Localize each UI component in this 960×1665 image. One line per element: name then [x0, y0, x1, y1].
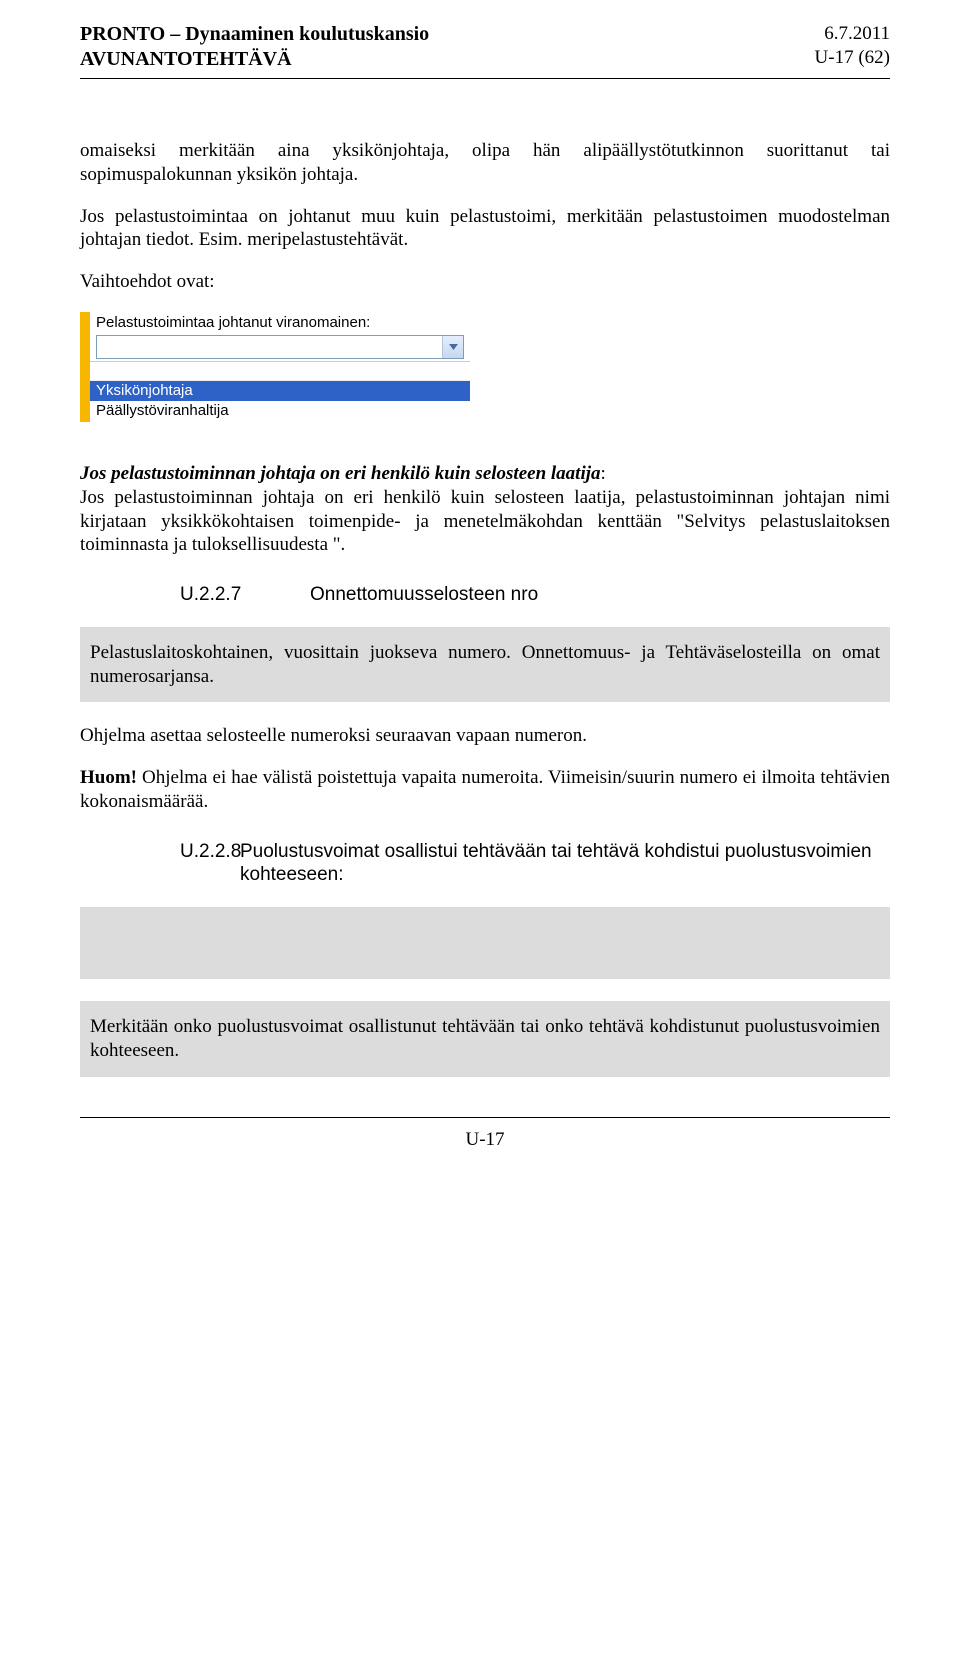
gray-box-1: Pelastuslaitoskohtainen, vuosittain juok…	[80, 627, 890, 703]
gray-box-3: Merkitään onko puolustusvoimat osallistu…	[80, 1001, 890, 1077]
dropdown-selected-value	[97, 336, 442, 358]
gray-box-2	[80, 907, 890, 979]
header-date: 6.7.2011	[815, 22, 890, 46]
dropdown-list: Yksikönjohtaja Päällystöviranhaltija	[90, 361, 470, 423]
colon: :	[601, 463, 606, 484]
header-page-of: U-17 (62)	[815, 46, 890, 70]
paragraph-1: omaiseksi merkitään aina yksikönjohtaja,…	[80, 139, 890, 187]
dropdown-screenshot: Pelastustoimintaa johtanut viranomainen:…	[80, 312, 890, 422]
document-page: PRONTO – Dynaaminen koulutuskansio AVUNA…	[0, 0, 960, 1181]
header-rule	[80, 78, 890, 79]
header-title-block: PRONTO – Dynaaminen koulutuskansio AVUNA…	[80, 22, 429, 72]
dropdown-arrow-button[interactable]	[442, 336, 463, 358]
footer-page-number: U-17	[80, 1128, 890, 1152]
header-title-1: PRONTO – Dynaaminen koulutuskansio	[80, 22, 429, 47]
paragraph-4: Jos pelastustoiminnan johtaja on eri hen…	[80, 462, 890, 557]
paragraph-3: Vaihtoehdot ovat:	[80, 270, 890, 294]
section-228-title: Puolustusvoimat osallistui tehtävään tai…	[240, 840, 890, 888]
paragraph-5: Ohjelma asettaa selosteelle numeroksi se…	[80, 724, 890, 748]
paragraph-4-strong: Jos pelastustoiminnan johtaja on eri hen…	[80, 463, 601, 484]
section-228-number: U.2.2.8	[110, 840, 240, 864]
paragraph-6: Huom! Ohjelma ei hae välistä poistettuja…	[80, 766, 890, 814]
header-title-2: AVUNANTOTEHTÄVÄ	[80, 47, 429, 72]
header-meta-block: 6.7.2011 U-17 (62)	[815, 22, 890, 70]
dropdown-select[interactable]	[96, 335, 464, 359]
dropdown-option-blank[interactable]	[90, 362, 470, 381]
footer-rule	[80, 1117, 890, 1118]
paragraph-4-rest: Jos pelastustoiminnan johtaja on eri hen…	[80, 487, 890, 556]
chevron-down-icon	[449, 344, 458, 350]
section-227-number: U.2.2.7	[180, 583, 310, 607]
paragraph-6-rest: Ohjelma ei hae välistä poistettuja vapai…	[80, 767, 890, 812]
paragraph-2: Jos pelastustoimintaa on johtanut muu ku…	[80, 205, 890, 253]
paragraph-6-huom: Huom!	[80, 767, 137, 788]
dropdown-option[interactable]: Päällystöviranhaltija	[90, 401, 470, 422]
section-heading-227: U.2.2.7 Onnettomuusselosteen nro	[180, 583, 890, 607]
section-227-title: Onnettomuusselosteen nro	[310, 583, 890, 607]
dropdown-ui: Pelastustoimintaa johtanut viranomainen:…	[80, 312, 470, 422]
dropdown-option-selected[interactable]: Yksikönjohtaja	[90, 381, 470, 402]
section-heading-228: U.2.2.8 Puolustusvoimat osallistui tehtä…	[110, 840, 890, 888]
dropdown-label: Pelastustoimintaa johtanut viranomainen:	[90, 312, 470, 333]
page-header: PRONTO – Dynaaminen koulutuskansio AVUNA…	[80, 22, 890, 72]
